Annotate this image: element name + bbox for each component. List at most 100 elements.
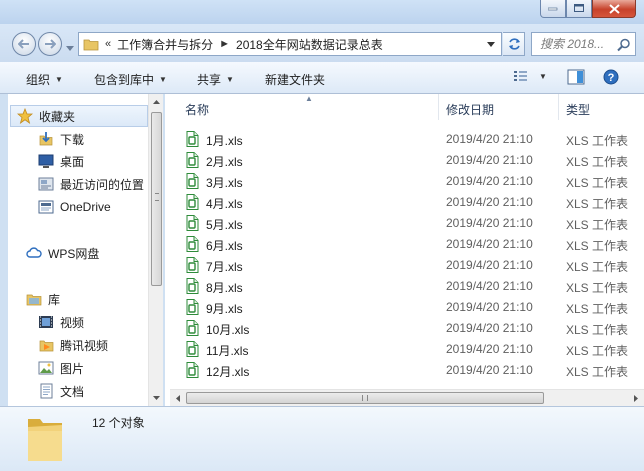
recent-pages-dropdown[interactable] <box>66 40 74 54</box>
file-modified: 2019/4/20 21:10 <box>446 132 533 146</box>
scroll-left-button[interactable] <box>170 390 186 406</box>
breadcrumb-overflow[interactable]: « <box>105 38 111 50</box>
nav-tencent-video[interactable]: 腾讯视频 <box>38 334 108 356</box>
search-box[interactable] <box>531 32 636 56</box>
file-row[interactable]: 2月.xls 2019/4/20 21:10 XLS 工作表 <box>165 149 644 170</box>
column-header-modified[interactable]: 修改日期 <box>446 101 494 118</box>
file-name[interactable]: 9月.xls <box>206 300 243 317</box>
file-type: XLS 工作表 <box>566 281 629 295</box>
nav-downloads-label: 下载 <box>60 132 85 147</box>
column-divider[interactable] <box>438 94 439 120</box>
file-row[interactable]: 7月.xls 2019/4/20 21:10 XLS 工作表 <box>165 254 644 275</box>
scrollbar-thumb[interactable] <box>151 112 162 286</box>
nav-favorites[interactable]: 收藏夹 <box>10 105 148 127</box>
file-list-horizontal-scrollbar[interactable] <box>170 389 644 406</box>
arrow-down-icon <box>153 396 160 400</box>
new-folder-button[interactable]: 新建文件夹 <box>265 71 325 88</box>
breadcrumb-parent[interactable]: 工作簿合并与拆分 <box>117 36 213 53</box>
file-name[interactable]: 10月.xls <box>206 321 249 338</box>
chevron-down-icon[interactable]: ▼ <box>539 72 547 81</box>
file-type: XLS 工作表 <box>566 155 629 169</box>
nav-pictures[interactable]: 图片 <box>38 357 84 379</box>
file-name[interactable]: 6月.xls <box>206 237 243 254</box>
scroll-up-button[interactable] <box>149 94 164 110</box>
file-name[interactable]: 11月.xls <box>206 342 248 359</box>
xls-file-icon <box>186 173 199 189</box>
horizontal-scrollbar-thumb[interactable] <box>186 392 544 404</box>
organize-menu[interactable]: 组织 ▼ <box>26 71 63 88</box>
file-type: XLS 工作表 <box>566 344 629 358</box>
maximize-button[interactable] <box>566 0 592 18</box>
file-name[interactable]: 7月.xls <box>206 258 243 275</box>
file-type: XLS 工作表 <box>566 134 629 148</box>
scroll-down-button[interactable] <box>149 390 164 406</box>
file-name[interactable]: 8月.xls <box>206 279 243 296</box>
file-row[interactable]: 1月.xls 2019/4/20 21:10 XLS 工作表 <box>165 128 644 149</box>
file-list: ▲ 名称 修改日期 类型 1月.xls 2019/4/20 21:10 XLS 工作… <box>165 94 644 406</box>
nav-downloads[interactable]: 下载 <box>38 128 84 150</box>
file-name[interactable]: 12月.xls <box>206 363 249 380</box>
file-row[interactable]: 9月.xls 2019/4/20 21:10 XLS 工作表 <box>165 296 644 317</box>
file-row[interactable]: 3月.xls 2019/4/20 21:10 XLS 工作表 <box>165 170 644 191</box>
close-icon <box>608 3 620 14</box>
file-modified: 2019/4/20 21:10 <box>446 300 533 314</box>
breadcrumb-current[interactable]: 2018全年网站数据记录总表 <box>236 36 383 53</box>
xls-file-icon <box>186 194 199 210</box>
column-header-type[interactable]: 类型 <box>566 101 590 118</box>
nav-recent-places-label: 最近访问的位置 <box>60 177 145 192</box>
nav-documents[interactable]: 文档 <box>38 380 84 402</box>
help-button[interactable]: ? <box>603 69 619 85</box>
file-name[interactable]: 1月.xls <box>206 132 243 149</box>
nav-libraries[interactable]: 库 <box>26 288 60 310</box>
file-name[interactable]: 2月.xls <box>206 153 243 170</box>
file-modified: 2019/4/20 21:10 <box>446 342 533 356</box>
include-in-library-menu[interactable]: 包含到库中 ▼ <box>94 71 167 88</box>
minimize-button[interactable] <box>540 0 566 18</box>
change-view-button[interactable]: ▼ <box>513 69 547 83</box>
back-button[interactable] <box>12 32 36 56</box>
cloud-icon <box>26 245 42 261</box>
address-dropdown-icon[interactable] <box>487 42 495 47</box>
breadcrumb-separator-icon[interactable]: ► <box>219 38 230 50</box>
scroll-right-button[interactable] <box>628 390 644 406</box>
search-icon[interactable] <box>617 38 631 52</box>
preview-pane-button[interactable] <box>567 69 585 85</box>
xls-file-icon <box>186 362 199 378</box>
documents-icon <box>38 383 54 399</box>
file-name[interactable]: 5月.xls <box>206 216 243 233</box>
refresh-button[interactable] <box>503 32 525 56</box>
nav-desktop[interactable]: 桌面 <box>38 150 84 172</box>
navigation-scrollbar[interactable] <box>148 94 163 406</box>
nav-onedrive[interactable]: OneDrive <box>38 196 111 218</box>
include-in-library-label: 包含到库中 <box>94 73 155 87</box>
tencent-video-icon <box>38 337 54 353</box>
star-icon <box>17 108 33 124</box>
back-arrow-icon <box>18 39 29 49</box>
file-row[interactable]: 8月.xls 2019/4/20 21:10 XLS 工作表 <box>165 275 644 296</box>
file-row[interactable]: 12月.xls 2019/4/20 21:10 XLS 工作表 <box>165 359 644 380</box>
forward-arrow-icon <box>45 39 56 49</box>
nav-recent-places[interactable]: 最近访问的位置 <box>38 173 144 195</box>
column-divider[interactable] <box>558 94 559 120</box>
arrow-up-icon <box>153 100 160 104</box>
nav-wps-drive[interactable]: WPS网盘 <box>26 242 99 264</box>
file-row[interactable]: 10月.xls 2019/4/20 21:10 XLS 工作表 <box>165 317 644 338</box>
file-row[interactable]: 11月.xls 2019/4/20 21:10 XLS 工作表 <box>165 338 644 359</box>
nav-videos[interactable]: 视频 <box>38 311 84 333</box>
file-name[interactable]: 4月.xls <box>206 195 243 212</box>
file-row[interactable]: 6月.xls 2019/4/20 21:10 XLS 工作表 <box>165 233 644 254</box>
nav-videos-label: 视频 <box>60 315 85 330</box>
nav-documents-label: 文档 <box>60 384 85 399</box>
file-type: XLS 工作表 <box>566 323 629 337</box>
file-row[interactable]: 4月.xls 2019/4/20 21:10 XLS 工作表 <box>165 191 644 212</box>
scrollbar-grip <box>362 395 368 401</box>
file-type: XLS 工作表 <box>566 197 629 211</box>
file-row[interactable]: 5月.xls 2019/4/20 21:10 XLS 工作表 <box>165 212 644 233</box>
close-button[interactable] <box>592 0 636 18</box>
share-menu[interactable]: 共享 ▼ <box>197 71 234 88</box>
file-name[interactable]: 3月.xls <box>206 174 243 191</box>
forward-button[interactable] <box>38 32 62 56</box>
column-header-name[interactable]: 名称 <box>185 101 209 118</box>
address-bar[interactable]: « 工作簿合并与拆分 ► 2018全年网站数据记录总表 <box>78 32 502 56</box>
search-input[interactable] <box>540 37 618 51</box>
